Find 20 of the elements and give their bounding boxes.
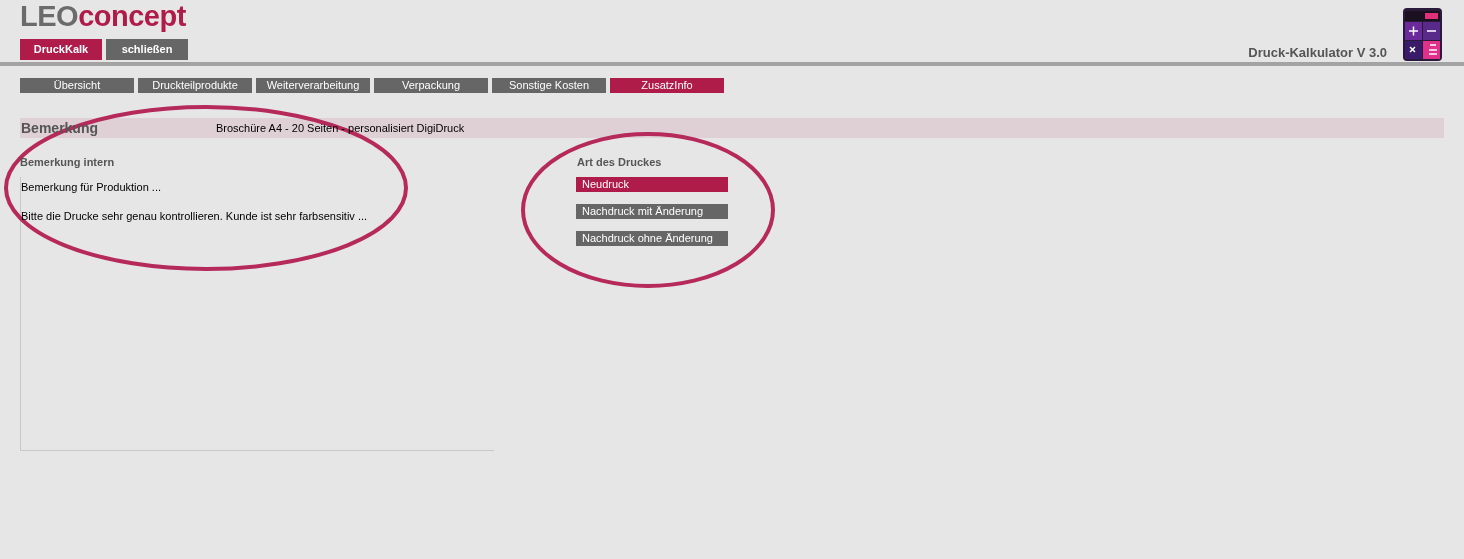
header-button[interactable]: schließen: [106, 39, 188, 60]
print-type-option[interactable]: Nachdruck ohne Änderung: [576, 230, 728, 246]
print-type-option[interactable]: Nachdruck mit Änderung: [576, 203, 728, 219]
field-label: Art des Druckes: [577, 155, 662, 170]
tab[interactable]: Druckteilprodukte: [138, 78, 252, 93]
field-label: Bemerkung intern: [20, 155, 115, 170]
header-button[interactable]: DruckKalk: [20, 39, 102, 60]
remark-text: Bemerkung für Produktion ...: [21, 179, 161, 195]
tab[interactable]: Verpackung: [374, 78, 488, 93]
tab[interactable]: ZusatzInfo: [610, 78, 724, 93]
tab[interactable]: Sonstige Kosten: [492, 78, 606, 93]
tab[interactable]: Übersicht: [20, 78, 134, 93]
section-subtitle: Broschüre A4 - 20 Seiten - personalisiert DigiDruck: [216, 120, 465, 136]
app-title: Druck-Kalkulator V 3.0: [1248, 44, 1387, 62]
remark-textarea[interactable]: Bemerkung für Produktion ... Bitte die Drucke sehr genau kontrollieren. Kunde ist sehr farbsensitiv ...: [20, 176, 494, 451]
tab[interactable]: Weiterverarbeitung: [256, 78, 370, 93]
remark-text: Bitte die Drucke sehr genau kontrollieren. Kunde ist sehr farbsensitiv ...: [21, 209, 368, 224]
logo: LEOconcept: [20, 2, 186, 30]
calculator-icon: [1403, 8, 1442, 61]
print-type-option[interactable]: Neudruck: [576, 176, 728, 192]
